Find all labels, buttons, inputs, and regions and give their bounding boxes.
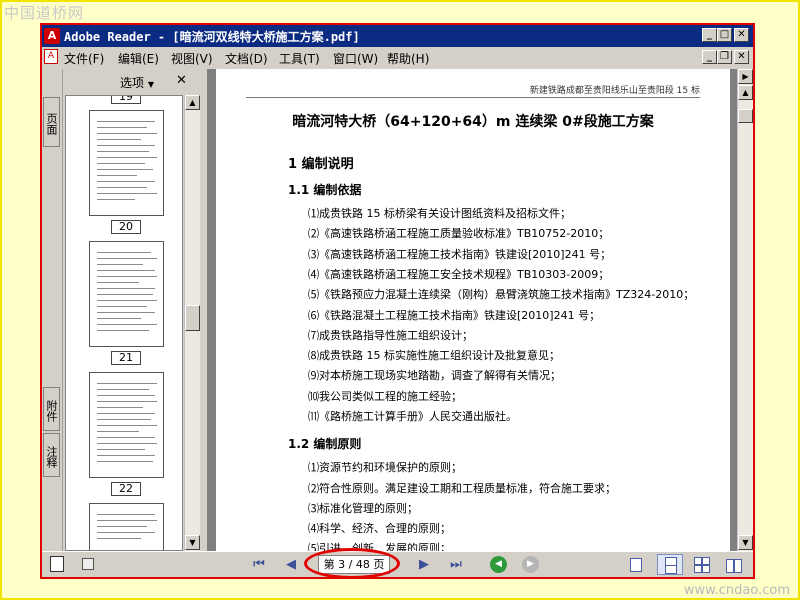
list-item: ⑶《高速铁路桥涵工程施工技术指南》铁建设[2010]241 号； xyxy=(308,248,612,261)
page-size-icon[interactable] xyxy=(82,558,94,570)
status-bar: ⏮ ◀ 第 3 / 48 页 ▶ ⏭ ◀ ▶ xyxy=(42,548,753,577)
menu-window[interactable]: 窗口(W) xyxy=(333,50,378,67)
subsection-heading: 1.2 编制原则 xyxy=(288,437,362,451)
go-forward-button[interactable]: ▶ xyxy=(522,556,539,573)
thumbnail-scrollbar[interactable]: ▲ ▼ xyxy=(184,95,200,551)
list-item: ⑺成贵铁路指导性施工组织设计； xyxy=(308,329,473,342)
adobe-reader-icon: A xyxy=(44,28,60,44)
pane-toggle-icon[interactable] xyxy=(50,556,64,572)
thumb-page-label: 19 xyxy=(111,96,141,104)
close-pane-icon[interactable]: ✕ xyxy=(176,73,187,88)
list-item: ⑽我公司类似工程的施工经验； xyxy=(308,390,462,403)
list-item: ⑵《高速铁路桥涵工程施工质量验收标准》TB10752-2010； xyxy=(308,227,610,240)
thumb-page[interactable] xyxy=(89,503,164,550)
menu-help[interactable]: 帮助(H) xyxy=(387,50,429,67)
list-item: ⑾《路桥施工计算手册》人民交通出版社。 xyxy=(308,410,517,423)
list-item: ⑴资源节约和环境保护的原则； xyxy=(308,461,462,474)
scroll-up-arrow[interactable]: ▲ xyxy=(185,95,200,110)
side-tabs: 页面 附件 注释 xyxy=(42,69,63,551)
doc-restore-button[interactable]: ❐ xyxy=(717,50,732,64)
close-button[interactable]: ✕ xyxy=(734,28,749,42)
list-item: ⑵符合性原则。满足建设工期和工程质量标准，符合施工要求； xyxy=(308,482,616,495)
scroll-up-arrow[interactable]: ▲ xyxy=(738,85,753,100)
single-page-icon[interactable] xyxy=(630,558,642,572)
list-item: ⑷《高速铁路桥涵工程施工安全技术规程》TB10303-2009； xyxy=(308,268,610,281)
watermark-top: 中国道桥网 xyxy=(4,4,85,22)
document-title: 暗流河特大桥（64+120+64）m 连续梁 0#段施工方案 xyxy=(292,114,654,130)
watermark-bottom: www.cndao.com xyxy=(683,583,790,598)
forward-arrow-icon: ▶ xyxy=(527,559,534,569)
thumbnail-pane-header: 选项 ▼ ✕ xyxy=(63,69,203,93)
chevron-down-icon: ▼ xyxy=(147,80,154,89)
menu-view[interactable]: 视图(V) xyxy=(171,50,213,67)
document-area: 新建铁路成都至贵阳线乐山至贵阳段 15 标 暗流河特大桥（64+120+64）m… xyxy=(207,69,737,551)
subsection-heading: 1.1 编制依据 xyxy=(288,183,362,197)
header-rule xyxy=(246,97,700,98)
thumb-page-label: 21 xyxy=(111,351,141,365)
section-heading: 1 编制说明 xyxy=(288,157,354,172)
reader-window: A Adobe Reader - [暗流河双线特大桥施工方案.pdf] _ □ … xyxy=(40,23,755,579)
continuous-facing-icon[interactable] xyxy=(726,557,742,573)
maximize-button[interactable]: □ xyxy=(717,28,732,42)
thumb-page[interactable] xyxy=(89,372,164,478)
minimize-button[interactable]: _ xyxy=(702,28,717,42)
scroll-thumb[interactable] xyxy=(185,305,200,331)
options-label: 选项 xyxy=(120,76,145,90)
go-back-button[interactable]: ◀ xyxy=(490,556,507,573)
thumb-page[interactable] xyxy=(89,110,164,216)
tab-pages[interactable]: 页面 xyxy=(43,97,60,147)
thumbnail-list: 19 20 21 22 xyxy=(65,95,183,551)
document-icon[interactable]: A xyxy=(44,49,58,64)
scroll-down-arrow[interactable]: ▼ xyxy=(738,535,753,550)
list-item: ⑸《铁路预应力混凝土连续梁（刚构）悬臂浇筑施工技术指南》TZ324-2010； xyxy=(308,288,695,301)
menu-file[interactable]: 文件(F) xyxy=(64,50,104,67)
doc-close-button[interactable]: ✕ xyxy=(734,50,749,64)
thumbnail-pane: 选项 ▼ ✕ 19 20 21 22 ▲ ▼ xyxy=(63,69,203,551)
first-page-button[interactable]: ⏮ xyxy=(250,556,268,574)
thumb-page-label: 22 xyxy=(111,482,141,496)
split-arrow-right-icon[interactable]: ▶ xyxy=(738,69,753,84)
back-arrow-icon: ◀ xyxy=(495,559,502,569)
thumb-page[interactable] xyxy=(89,241,164,347)
running-header: 新建铁路成都至贵阳线乐山至贵阳段 15 标 xyxy=(529,86,700,96)
scroll-thumb[interactable] xyxy=(738,109,753,123)
menu-bar: A 文件(F) 编辑(E) 视图(V) 文档(D) 工具(T) 窗口(W) 帮助… xyxy=(42,47,753,67)
options-menu[interactable]: 选项 ▼ xyxy=(120,74,154,91)
menu-tools[interactable]: 工具(T) xyxy=(279,50,320,67)
prev-page-button[interactable]: ◀ xyxy=(282,556,300,574)
doc-minimize-button[interactable]: _ xyxy=(702,50,717,64)
next-page-button[interactable]: ▶ xyxy=(415,556,433,574)
window-title: Adobe Reader - [暗流河双线特大桥施工方案.pdf] xyxy=(64,30,360,44)
menu-edit[interactable]: 编辑(E) xyxy=(118,50,159,67)
continuous-page-icon[interactable] xyxy=(657,554,683,575)
last-page-button[interactable]: ⏭ xyxy=(447,556,465,574)
scroll-down-arrow[interactable]: ▼ xyxy=(185,535,200,550)
thumb-page-label: 20 xyxy=(111,220,141,234)
title-bar: A Adobe Reader - [暗流河双线特大桥施工方案.pdf] _ □ … xyxy=(42,25,753,47)
list-item: ⑼对本桥施工现场实地踏勘，调查了解得有关情况； xyxy=(308,369,561,382)
tab-comments[interactable]: 注释 xyxy=(43,433,60,477)
list-item: ⑷科学、经济、合理的原则； xyxy=(308,522,451,535)
tab-attachments[interactable]: 附件 xyxy=(43,387,60,431)
document-scrollbar[interactable]: ▶ ▲ ▼ xyxy=(737,69,753,551)
list-item: ⑶标准化管理的原则； xyxy=(308,502,418,515)
pdf-page: 新建铁路成都至贵阳线乐山至贵阳段 15 标 暗流河特大桥（64+120+64）m… xyxy=(216,69,730,551)
list-item: ⑻成贵铁路 15 标实施性施工组织设计及批复意见； xyxy=(308,349,560,362)
highlight-ellipse xyxy=(304,548,400,577)
list-item: ⑴成贵铁路 15 标桥梁有关设计图纸资料及招标文件； xyxy=(308,207,571,220)
list-item: ⑹《铁路混凝土工程施工技术指南》铁建设[2010]241 号； xyxy=(308,309,601,322)
facing-pages-icon[interactable] xyxy=(694,557,710,573)
menu-document[interactable]: 文档(D) xyxy=(225,50,268,67)
